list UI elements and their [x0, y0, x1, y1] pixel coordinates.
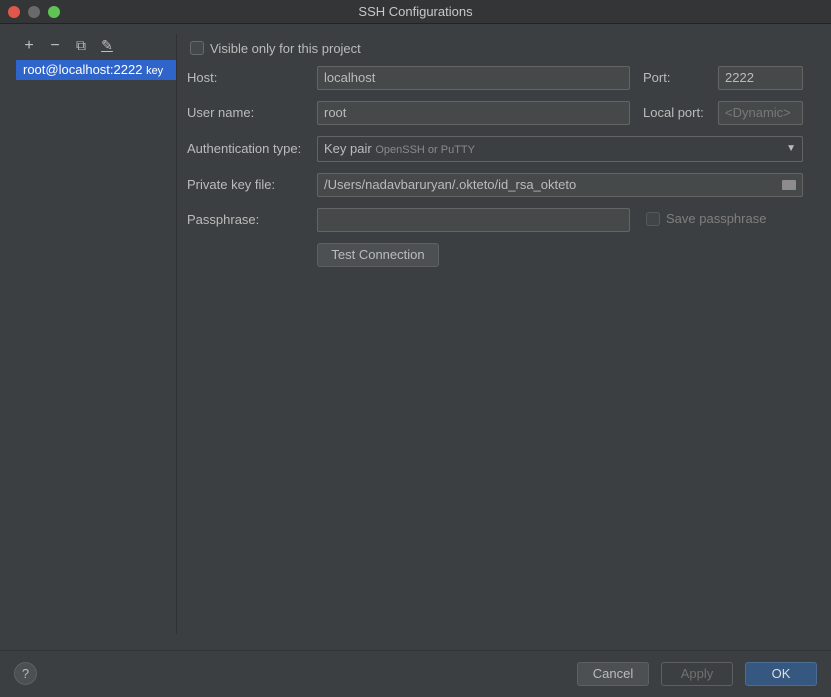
minus-icon[interactable]: − [47, 37, 63, 55]
username-label: User name: [187, 105, 255, 120]
help-button[interactable]: ? [14, 662, 37, 685]
sidebar-item-root-localhost[interactable]: root@localhost:2222 key [16, 60, 176, 80]
copy-icon[interactable]: ⧉ [73, 37, 89, 54]
apply-button[interactable]: Apply [661, 662, 733, 686]
host-input[interactable]: localhost [317, 66, 630, 90]
private-key-label: Private key file: [187, 177, 276, 192]
visible-only-checkbox[interactable] [190, 41, 204, 55]
chevron-down-icon: ▼ [786, 143, 796, 154]
local-port-label: Local port: [643, 105, 704, 120]
plus-icon[interactable]: + [21, 37, 37, 55]
save-passphrase-checkbox[interactable] [646, 212, 660, 226]
auth-type-hint: OpenSSH or PuTTY [375, 144, 475, 156]
passphrase-label: Passphrase: [187, 212, 260, 227]
visible-only-label: Visible only for this project [210, 41, 361, 56]
window-title: SSH Configurations [358, 4, 473, 19]
minimize-window-button[interactable] [28, 6, 40, 18]
auth-type-value: Key pair [324, 141, 372, 156]
passphrase-input[interactable] [317, 208, 630, 232]
footer-divider [0, 650, 831, 651]
local-port-input[interactable]: <Dynamic> [718, 101, 803, 125]
port-label: Port: [643, 70, 671, 85]
test-connection-button[interactable]: Test Connection [317, 243, 439, 267]
auth-type-label: Authentication type: [187, 141, 302, 156]
cancel-button[interactable]: Cancel [577, 662, 649, 686]
username-input[interactable]: root [317, 101, 630, 125]
divider [176, 34, 177, 634]
private-key-value: /Users/nadavbaruryan/.okteto/id_rsa_okte… [324, 177, 577, 192]
config-name: root@localhost:2222 [23, 62, 143, 77]
edit-icon[interactable]: ✎ [99, 37, 115, 54]
close-window-button[interactable] [8, 6, 20, 18]
config-tag: key [146, 65, 164, 77]
maximize-window-button[interactable] [48, 6, 60, 18]
title-bar: SSH Configurations [0, 0, 831, 24]
host-label: Host: [187, 70, 218, 85]
folder-icon[interactable] [782, 180, 796, 190]
save-passphrase-label: Save passphrase [666, 211, 767, 226]
ok-button[interactable]: OK [745, 662, 817, 686]
port-input[interactable]: 2222 [718, 66, 803, 90]
private-key-input[interactable]: /Users/nadavbaruryan/.okteto/id_rsa_okte… [317, 173, 803, 197]
auth-type-dropdown[interactable]: Key pair OpenSSH or PuTTY ▼ [317, 136, 803, 162]
